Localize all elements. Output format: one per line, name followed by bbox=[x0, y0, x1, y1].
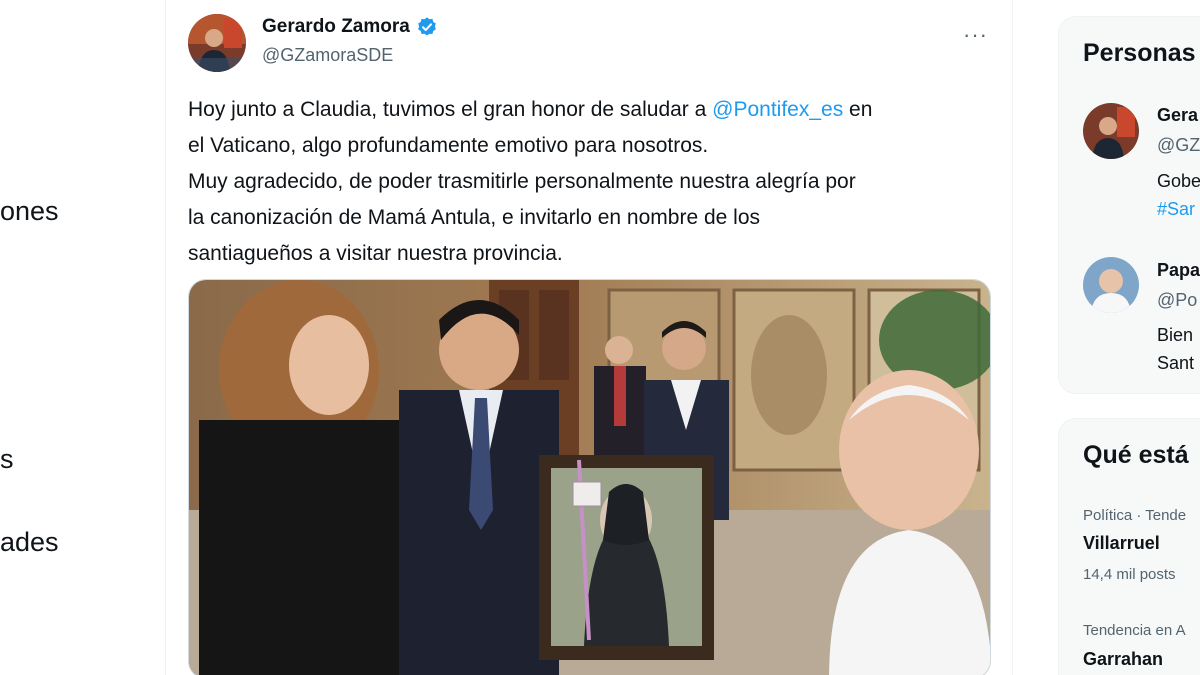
hashtag-link[interactable]: #Sar bbox=[1157, 195, 1200, 223]
author-handle[interactable]: @GZamoraSDE bbox=[262, 45, 393, 66]
person-name[interactable]: Gera bbox=[1157, 105, 1198, 126]
tweet-text: Hoy junto a Claudia, tuvimos el gran hon… bbox=[188, 92, 998, 272]
author-name[interactable]: Gerardo Zamora bbox=[262, 16, 438, 38]
person-avatar-gerardo[interactable] bbox=[1083, 103, 1139, 159]
verified-badge-icon bbox=[418, 17, 436, 36]
tweet-photo[interactable] bbox=[188, 279, 991, 675]
nav-item-lists[interactable]: s bbox=[0, 444, 14, 475]
right-sidebar: Personas Gera @GZ Gobe #Sar Papa @Po Bie… bbox=[1030, 0, 1200, 675]
trend-meta: Política · Tende bbox=[1083, 507, 1187, 524]
person-bio: Gobe #Sar bbox=[1157, 167, 1200, 223]
tweet-line-2: el Vaticano, algo profundamente emotivo … bbox=[188, 134, 709, 157]
relevant-people-title: Personas bbox=[1083, 39, 1196, 67]
mention-link[interactable]: @Pontifex_es bbox=[712, 98, 843, 121]
trend-count: 14,4 mil posts bbox=[1083, 566, 1176, 583]
author-avatar[interactable] bbox=[188, 14, 246, 72]
author-name-text[interactable]: Gerardo Zamora bbox=[262, 16, 410, 38]
trends-card: Qué está Política · Tende Villarruel 14,… bbox=[1058, 418, 1200, 675]
more-options-icon[interactable]: ··· bbox=[963, 22, 988, 48]
nav-item-notifications[interactable]: ones bbox=[0, 196, 59, 227]
tweet-line-4: la canonización de Mamá Antula, e invita… bbox=[188, 206, 761, 229]
tweet-line-1: Hoy junto a Claudia, tuvimos el gran hon… bbox=[188, 98, 873, 121]
nav-item-communities[interactable]: ades bbox=[0, 527, 59, 558]
trend-name[interactable]: Garrahan bbox=[1083, 649, 1163, 670]
person-bio: Bien Sant bbox=[1157, 325, 1195, 373]
person-handle[interactable]: @Po bbox=[1157, 290, 1197, 311]
person-avatar-papa[interactable] bbox=[1083, 257, 1139, 313]
trends-title: Qué está bbox=[1083, 441, 1189, 469]
relevant-people-card: Personas Gera @GZ Gobe #Sar Papa @Po Bie… bbox=[1058, 16, 1200, 394]
tweet-line-3: Muy agradecido, de poder trasmitirle per… bbox=[188, 170, 856, 193]
trend-meta: Tendencia en A bbox=[1083, 622, 1186, 639]
left-nav: ones s ades bbox=[0, 0, 165, 675]
trend-name[interactable]: Villarruel bbox=[1083, 533, 1160, 554]
person-handle[interactable]: @GZ bbox=[1157, 135, 1200, 156]
person-name[interactable]: Papa bbox=[1157, 260, 1200, 281]
tweet-column: Gerardo Zamora @GZamoraSDE ··· Hoy junto… bbox=[165, 0, 1013, 675]
tweet-line-5: santiagueños a visitar nuestra provincia… bbox=[188, 242, 563, 265]
